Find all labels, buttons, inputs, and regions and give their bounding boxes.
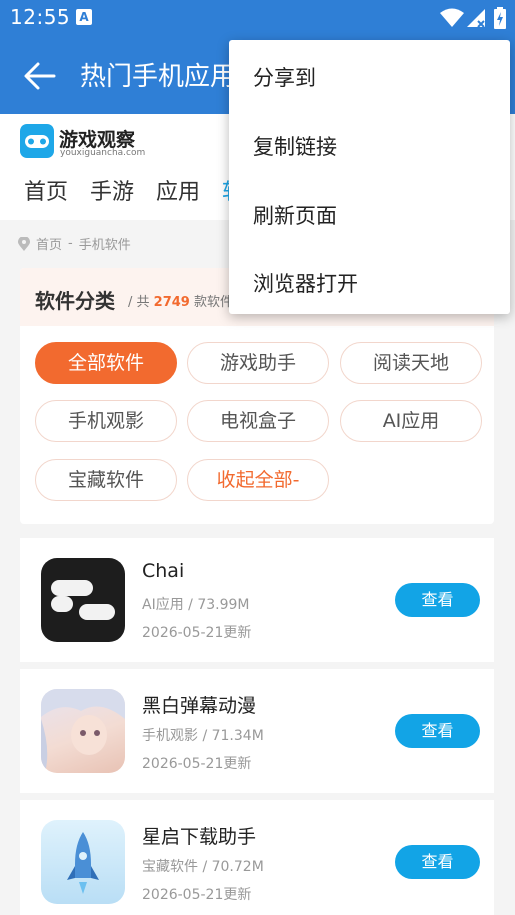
location-pin-icon xyxy=(18,236,30,251)
back-arrow-icon[interactable] xyxy=(22,58,58,94)
tag-game-assistant[interactable]: 游戏助手 xyxy=(187,342,329,384)
tag-all-software[interactable]: 全部软件 xyxy=(35,342,177,384)
overflow-menu: 分享到 复制链接 刷新页面 浏览器打开 xyxy=(229,40,510,314)
chai-app-icon xyxy=(41,558,125,642)
category-title: 软件分类 xyxy=(35,289,115,313)
tag-video[interactable]: 手机观影 xyxy=(35,400,177,442)
app-meta: AI应用 / 73.99M xyxy=(142,597,250,613)
category-count: 2749 xyxy=(153,295,190,310)
menu-item-open-in-browser[interactable]: 浏览器打开 xyxy=(253,268,358,298)
app-date: 2026-05-21更新 xyxy=(142,887,252,903)
breadcrumb-home[interactable]: 首页 xyxy=(36,234,62,253)
anime-girl-app-icon xyxy=(41,689,125,773)
nav-item-home[interactable]: 首页 xyxy=(24,174,68,206)
gamepad-logo-icon[interactable] xyxy=(20,124,54,158)
signal-icon xyxy=(467,9,485,28)
category-count-text: / 共 2749 款软件 xyxy=(128,291,233,310)
count-prefix: / 共 xyxy=(128,295,150,310)
breadcrumb: 首页 - 手机软件 xyxy=(18,234,131,253)
app-name: 黑白弹幕动漫 xyxy=(142,695,257,717)
battery-icon xyxy=(494,7,506,29)
count-suffix: 款软件 xyxy=(193,295,233,310)
menu-item-copy-link[interactable]: 复制链接 xyxy=(253,131,337,161)
app-name: Chai xyxy=(142,560,185,582)
rocket-app-icon xyxy=(41,820,125,904)
list-item[interactable]: Chai AI应用 / 73.99M 2026-05-21更新 查看 xyxy=(20,538,494,662)
view-button[interactable]: 查看 xyxy=(395,583,480,617)
view-button[interactable]: 查看 xyxy=(395,714,480,748)
breadcrumb-current: 手机软件 xyxy=(78,238,131,253)
site-nav: 首页 手游 应用 软 xyxy=(24,174,244,206)
list-item[interactable]: 星启下载助手 宝藏软件 / 70.72M 2026-05-21更新 查看 xyxy=(20,800,494,915)
app-meta: 宝藏软件 / 70.72M xyxy=(142,859,264,875)
tag-tv-box[interactable]: 电视盒子 xyxy=(187,400,329,442)
menu-item-refresh[interactable]: 刷新页面 xyxy=(253,200,337,230)
nav-item-apps[interactable]: 应用 xyxy=(156,174,200,206)
notification-icon: A xyxy=(76,9,92,25)
app-name: 星启下载助手 xyxy=(142,826,257,848)
site-logo-domain: youxiguancha.com xyxy=(60,148,146,158)
app-meta: 手机观影 / 71.34M xyxy=(142,728,264,744)
list-item[interactable]: 黑白弹幕动漫 手机观影 / 71.34M 2026-05-21更新 查看 xyxy=(20,669,494,793)
status-bar: 12:55 A xyxy=(0,0,515,36)
breadcrumb-separator: - xyxy=(68,236,73,251)
page-title: 热门手机应用 xyxy=(80,62,237,92)
app-date: 2026-05-21更新 xyxy=(142,756,252,772)
wifi-icon xyxy=(440,8,464,27)
status-time: 12:55 xyxy=(10,5,71,29)
tag-treasure-software[interactable]: 宝藏软件 xyxy=(35,459,177,501)
menu-item-share[interactable]: 分享到 xyxy=(253,62,316,92)
collapse-all-button[interactable]: 收起全部- xyxy=(187,459,329,501)
view-button[interactable]: 查看 xyxy=(395,845,480,879)
nav-item-games[interactable]: 手游 xyxy=(90,174,134,206)
tag-ai-apps[interactable]: AI应用 xyxy=(340,400,482,442)
app-date: 2026-05-21更新 xyxy=(142,625,252,641)
tag-reading[interactable]: 阅读天地 xyxy=(340,342,482,384)
